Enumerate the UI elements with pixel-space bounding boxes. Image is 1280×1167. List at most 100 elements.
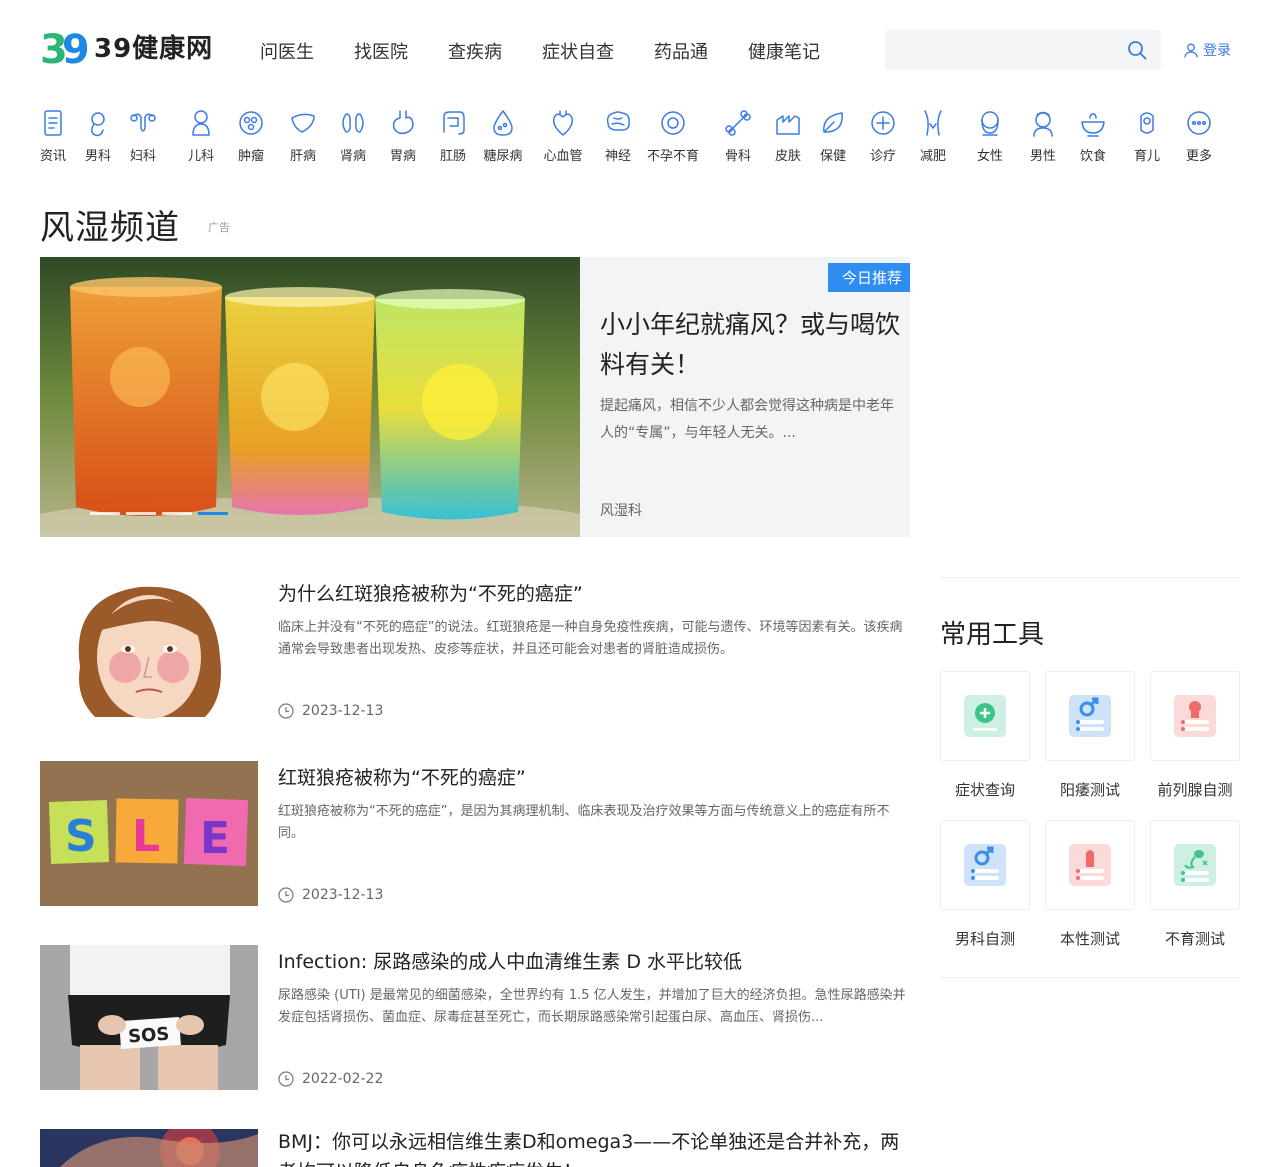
joint-pain-image <box>40 1129 258 1167</box>
article-title[interactable]: Infection: 尿路感染的成人中血清维生素 D 水平比较低 <box>278 947 742 974</box>
clock-icon <box>278 887 294 903</box>
sidebar: 常用工具 症状查询 阳痿测试 前列腺自测 男科自测 本性测试 不育测试 <box>940 577 1240 978</box>
sle-sticky-notes-image: S L E <box>40 761 258 906</box>
site-header: 39 39健康网 问医生 找医院 查疾病 症状自查 药品通 健康笔记 登录 <box>0 0 1280 100</box>
article-thumbnail[interactable] <box>40 1129 258 1167</box>
nav-ask-doctor[interactable]: 问医生 <box>260 38 314 64</box>
category-item[interactable]: 妇科 <box>113 108 173 164</box>
article-thumbnail[interactable] <box>40 577 258 722</box>
sle-letter-e: E <box>200 813 230 864</box>
article-thumbnail[interactable]: SOS <box>40 945 258 1090</box>
category-item[interactable]: 心血管 <box>533 108 593 164</box>
infant-icon <box>1140 112 1154 134</box>
clock-icon <box>278 703 294 719</box>
tools-grid: 症状查询 阳痿测试 前列腺自测男科自测 本性测试 不育测试 <box>940 671 1240 969</box>
nav-find-hospital[interactable]: 找医院 <box>354 38 408 64</box>
waist-icon <box>924 110 942 136</box>
category-item[interactable]: 育儿 <box>1117 108 1177 164</box>
baby-icon <box>192 110 210 136</box>
category-item[interactable]: 不孕不育 <box>643 108 703 164</box>
featured-article[interactable]: 今日推荐 小小年纪就痛风？或与喝饮料有关！ 提起痛风，相信不少人都会觉得这种病是… <box>40 257 910 537</box>
clock-icon <box>278 1071 294 1087</box>
article-date-text: 2022-02-22 <box>302 1071 384 1087</box>
category-label: 妇科 <box>129 149 156 164</box>
brain-icon <box>606 111 630 131</box>
male-symbol-report-icon <box>964 844 1006 886</box>
search-input[interactable] <box>885 30 1161 70</box>
category-label: 饮食 <box>1079 149 1106 164</box>
category-label: 育儿 <box>1133 149 1160 164</box>
article-date: 2022-02-22 <box>278 1071 383 1087</box>
category-item[interactable]: 糖尿病 <box>473 108 533 164</box>
article-date-text: 2023-12-13 <box>302 887 384 903</box>
tool-item[interactable]: 症状查询 <box>940 671 1030 800</box>
article-title[interactable]: 为什么红斑狼疮被称为“不死的癌症” <box>278 579 583 606</box>
tool-item[interactable]: 阳痿测试 <box>1045 671 1135 800</box>
category-item[interactable]: 肿瘤 <box>221 108 281 164</box>
category-item[interactable]: 更多 <box>1169 108 1229 164</box>
skin-icon <box>776 115 800 135</box>
tool-icon-box[interactable] <box>1045 820 1135 910</box>
nav-symptom-check[interactable]: 症状自查 <box>542 38 614 64</box>
carousel-dot[interactable] <box>162 512 192 515</box>
list-item[interactable]: 为什么红斑狼疮被称为“不死的癌症” 临床上并没有“不死的癌症”的说法。红斑狼疮是… <box>40 577 910 722</box>
man-icon <box>1033 111 1053 137</box>
article-title[interactable]: BMJ：你可以永远相信维生素D和omega3——不论单独还是合并补充，两者均可以… <box>278 1129 910 1167</box>
category-label: 女性 <box>976 149 1003 164</box>
carousel-dot[interactable] <box>126 512 156 515</box>
sle-letter-l: L <box>132 811 160 862</box>
divider <box>940 977 1240 978</box>
intestine-icon <box>443 111 465 135</box>
kidney-icon <box>342 113 364 133</box>
male-symbol-report-icon <box>1069 695 1111 737</box>
category-label: 肿瘤 <box>237 149 264 164</box>
nav-drugs[interactable]: 药品通 <box>654 38 708 64</box>
carousel-dot[interactable] <box>90 512 120 515</box>
list-item[interactable]: BMJ：你可以永远相信维生素D和omega3——不论单独还是合并补充，两者均可以… <box>40 1129 910 1167</box>
featured-image[interactable] <box>40 257 580 537</box>
tool-icon-box[interactable] <box>940 671 1030 761</box>
tool-icon-box[interactable] <box>940 820 1030 910</box>
tool-item[interactable]: 前列腺自测 <box>1150 671 1240 800</box>
colorful-drinks-image <box>40 257 580 537</box>
heart-icon <box>552 110 574 136</box>
prostate-report-icon <box>1174 695 1216 737</box>
tool-icon-box[interactable] <box>1150 820 1240 910</box>
carousel-dot-active[interactable] <box>198 512 228 515</box>
article-title[interactable]: 红斑狼疮被称为“不死的癌症” <box>278 763 526 790</box>
tool-item[interactable]: 男科自测 <box>940 820 1030 949</box>
category-label: 糖尿病 <box>483 149 523 164</box>
woman-icon <box>981 111 999 136</box>
tool-item[interactable]: 本性测试 <box>1045 820 1135 949</box>
tumor-icon <box>239 111 263 135</box>
leaf-icon <box>823 112 843 133</box>
nav-health-notes[interactable]: 健康笔记 <box>748 38 820 64</box>
egg-cell-icon <box>661 111 685 135</box>
login-label: 登录 <box>1203 43 1231 59</box>
article-thumbnail[interactable]: S L E <box>40 761 258 906</box>
category-item[interactable]: 神经 <box>588 108 648 164</box>
tool-icon-box[interactable] <box>1045 671 1135 761</box>
featured-title[interactable]: 小小年纪就痛风？或与喝饮料有关！ <box>600 305 900 385</box>
blood-drop-icon <box>493 110 513 136</box>
logo-wordmark: 39健康网 <box>94 33 212 64</box>
featured-category[interactable]: 风湿科 <box>600 500 642 520</box>
category-label: 更多 <box>1185 149 1212 164</box>
tool-icon-box[interactable] <box>1150 671 1240 761</box>
medical-cross-icon <box>871 111 895 135</box>
nav-disease[interactable]: 查疾病 <box>448 38 502 64</box>
list-item[interactable]: SOS Infection: 尿路感染的成人中血清维生素 D 水平比较低 尿路感… <box>40 945 910 1090</box>
tool-item[interactable]: 不育测试 <box>1150 820 1240 949</box>
magnifier-report-icon <box>964 695 1006 737</box>
search-icon[interactable] <box>1127 40 1147 60</box>
category-item[interactable]: 女性 <box>960 108 1020 164</box>
list-item[interactable]: S L E 红斑狼疮被称为“不死的癌症” 红斑狼疮被称为“不死的癌症”，是因为其… <box>40 761 910 906</box>
login-link[interactable]: 登录 <box>1184 40 1231 60</box>
ad-label[interactable]: 广告 <box>208 219 230 235</box>
sperm-report-icon <box>1174 844 1216 886</box>
sle-letter-s: S <box>65 811 97 862</box>
category-item[interactable]: 饮食 <box>1063 108 1123 164</box>
category-item[interactable]: 减肥 <box>903 108 963 164</box>
user-icon <box>1184 43 1198 58</box>
site-logo[interactable]: 39 39健康网 <box>40 28 216 72</box>
